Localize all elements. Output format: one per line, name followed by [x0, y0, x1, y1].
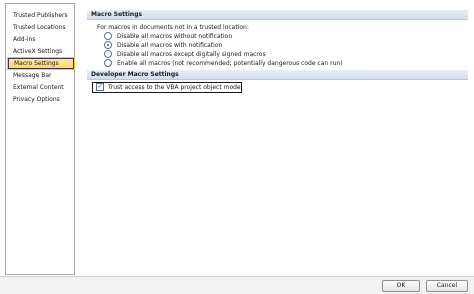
radio-button[interactable]	[104, 58, 112, 67]
sidebar-item-add-ins[interactable]: Add-ins	[8, 34, 74, 45]
macro-settings-header: Macro Settings	[87, 10, 468, 20]
developer-settings-header: Developer Macro Settings	[87, 70, 468, 80]
radio-label: Disable all macros without notification	[117, 33, 233, 40]
sidebar-item-trusted-publishers[interactable]: Trusted Publishers	[8, 10, 74, 21]
radio-enable-all[interactable]: Enable all macros (not recommended; pote…	[104, 58, 343, 68]
radio-disable-no-notification[interactable]: Disable all macros without notification	[104, 31, 233, 41]
macro-intro-text: For macros in documents not in a trusted…	[97, 24, 249, 31]
radio-button[interactable]	[104, 31, 112, 40]
radio-disable-with-notification[interactable]: Disable all macros with notification	[104, 40, 223, 50]
sidebar-item-message-bar[interactable]: Message Bar	[8, 70, 74, 81]
cancel-button[interactable]: Cancel	[426, 280, 468, 292]
radio-button-selected[interactable]	[104, 40, 112, 49]
sidebar-item-privacy-options[interactable]: Privacy Options	[8, 94, 74, 105]
check-icon[interactable]: ✓	[96, 82, 104, 91]
radio-disable-except-signed[interactable]: Disable all macros except digitally sign…	[104, 49, 266, 59]
sidebar-item-trusted-locations[interactable]: Trusted Locations	[8, 22, 74, 33]
radio-label: Disable all macros except digitally sign…	[117, 51, 266, 58]
sidebar-item-external-content[interactable]: External Content	[8, 82, 74, 93]
ok-button[interactable]: OK	[382, 280, 420, 292]
sidebar-item-macro-settings[interactable]: Macro Settings	[7, 57, 75, 70]
settings-panel: Macro Settings For macros in documents n…	[84, 3, 470, 275]
sidebar-nav: Trusted Publishers Trusted Locations Add…	[5, 3, 75, 275]
radio-label: Disable all macros with notification	[117, 42, 223, 49]
trust-vba-checkbox-row[interactable]: ✓ Trust access to the VBA project object …	[92, 82, 242, 93]
sidebar-item-activex-settings[interactable]: ActiveX Settings	[8, 46, 74, 57]
radio-label: Enable all macros (not recommended; pote…	[117, 60, 343, 67]
trust-vba-label: Trust access to the VBA project object m…	[108, 84, 243, 91]
radio-button[interactable]	[104, 49, 112, 58]
trust-center-dialog: Trusted Publishers Trusted Locations Add…	[0, 0, 474, 294]
dialog-footer: OK Cancel	[0, 276, 474, 294]
